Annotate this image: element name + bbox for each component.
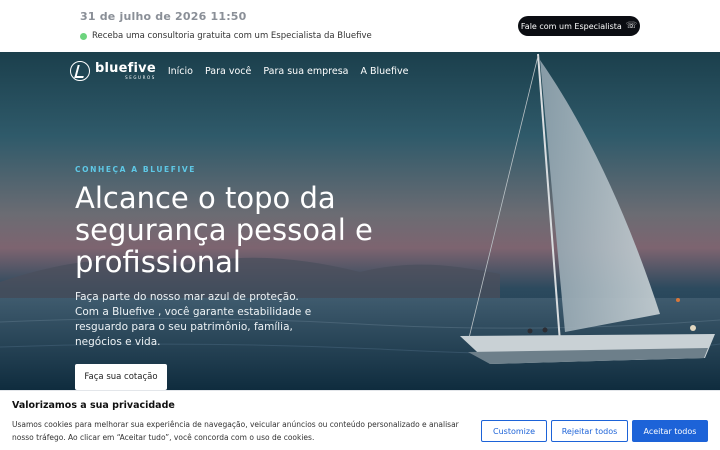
nav-link-para-voce[interactable]: Para você bbox=[205, 66, 251, 77]
datetime: 31 de julho de 2026 11:50 bbox=[80, 10, 247, 23]
main-nav: bluefive SEGUROS Início Para você Para s… bbox=[70, 60, 420, 82]
customize-cookies-button[interactable]: Customize bbox=[481, 420, 547, 442]
hero-description: Faça parte do nosso mar azul de proteção… bbox=[75, 291, 312, 348]
cookie-description: Usamos cookies para melhorar sua experiê… bbox=[12, 420, 459, 442]
cookie-title: Valorizamos a sua privacidade bbox=[12, 400, 175, 411]
nav-link-a-bluefive[interactable]: A Bluefive bbox=[360, 66, 408, 77]
talk-to-specialist-button[interactable]: Fale com um Especialista ☏ bbox=[518, 16, 640, 36]
accept-all-cookies-button[interactable]: Aceitar todos bbox=[632, 420, 708, 442]
hero-headline: Alcance o topo da segurança pessoal e pr… bbox=[75, 181, 373, 279]
bluefive-logo[interactable]: bluefive SEGUROS bbox=[70, 61, 156, 81]
hero-section: bluefive SEGUROS Início Para você Para s… bbox=[0, 52, 720, 390]
hero-eyebrow: CONHEÇA A BLUEFIVE bbox=[75, 165, 196, 174]
reject-all-cookies-button[interactable]: Rejeitar todos bbox=[551, 420, 628, 442]
top-bar: 31 de julho de 2026 11:50 Receba uma con… bbox=[0, 0, 720, 52]
cookie-consent-banner: Valorizamos a sua privacidade Usamos coo… bbox=[0, 390, 720, 450]
get-quote-button[interactable]: Faça sua cotação bbox=[75, 364, 167, 390]
logo-name: bluefive bbox=[95, 61, 156, 76]
talk-to-specialist-label: Fale com um Especialista bbox=[520, 21, 622, 31]
promo-message: Receba uma consultoria gratuita com um E… bbox=[80, 31, 372, 41]
online-dot-icon bbox=[80, 32, 87, 40]
logo-subtitle: SEGUROS bbox=[125, 75, 156, 80]
nav-link-para-sua-empresa[interactable]: Para sua empresa bbox=[263, 66, 348, 77]
promo-text: Receba uma consultoria gratuita com um E… bbox=[92, 31, 372, 41]
headset-icon: ☏ bbox=[625, 21, 638, 31]
nav-link-inicio[interactable]: Início bbox=[168, 66, 193, 77]
bluefive-logo-icon bbox=[70, 61, 90, 81]
